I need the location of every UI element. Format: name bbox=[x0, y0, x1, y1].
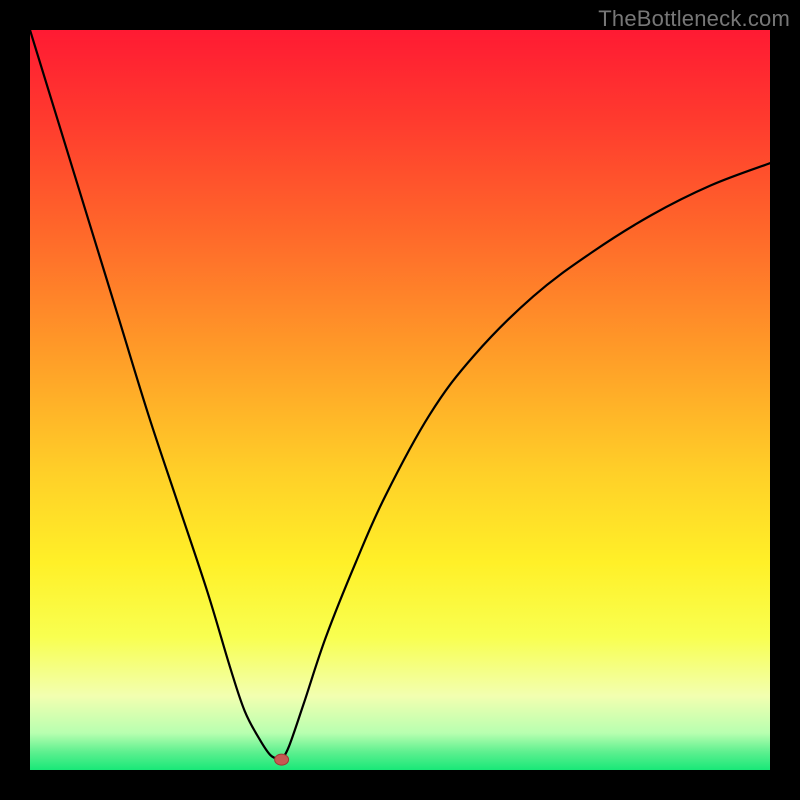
plot-area bbox=[30, 30, 770, 770]
minimum-marker bbox=[275, 754, 289, 765]
chart-stage: TheBottleneck.com bbox=[0, 0, 800, 800]
gradient-background bbox=[30, 30, 770, 770]
bottleneck-chart bbox=[30, 30, 770, 770]
watermark-text: TheBottleneck.com bbox=[598, 6, 790, 32]
